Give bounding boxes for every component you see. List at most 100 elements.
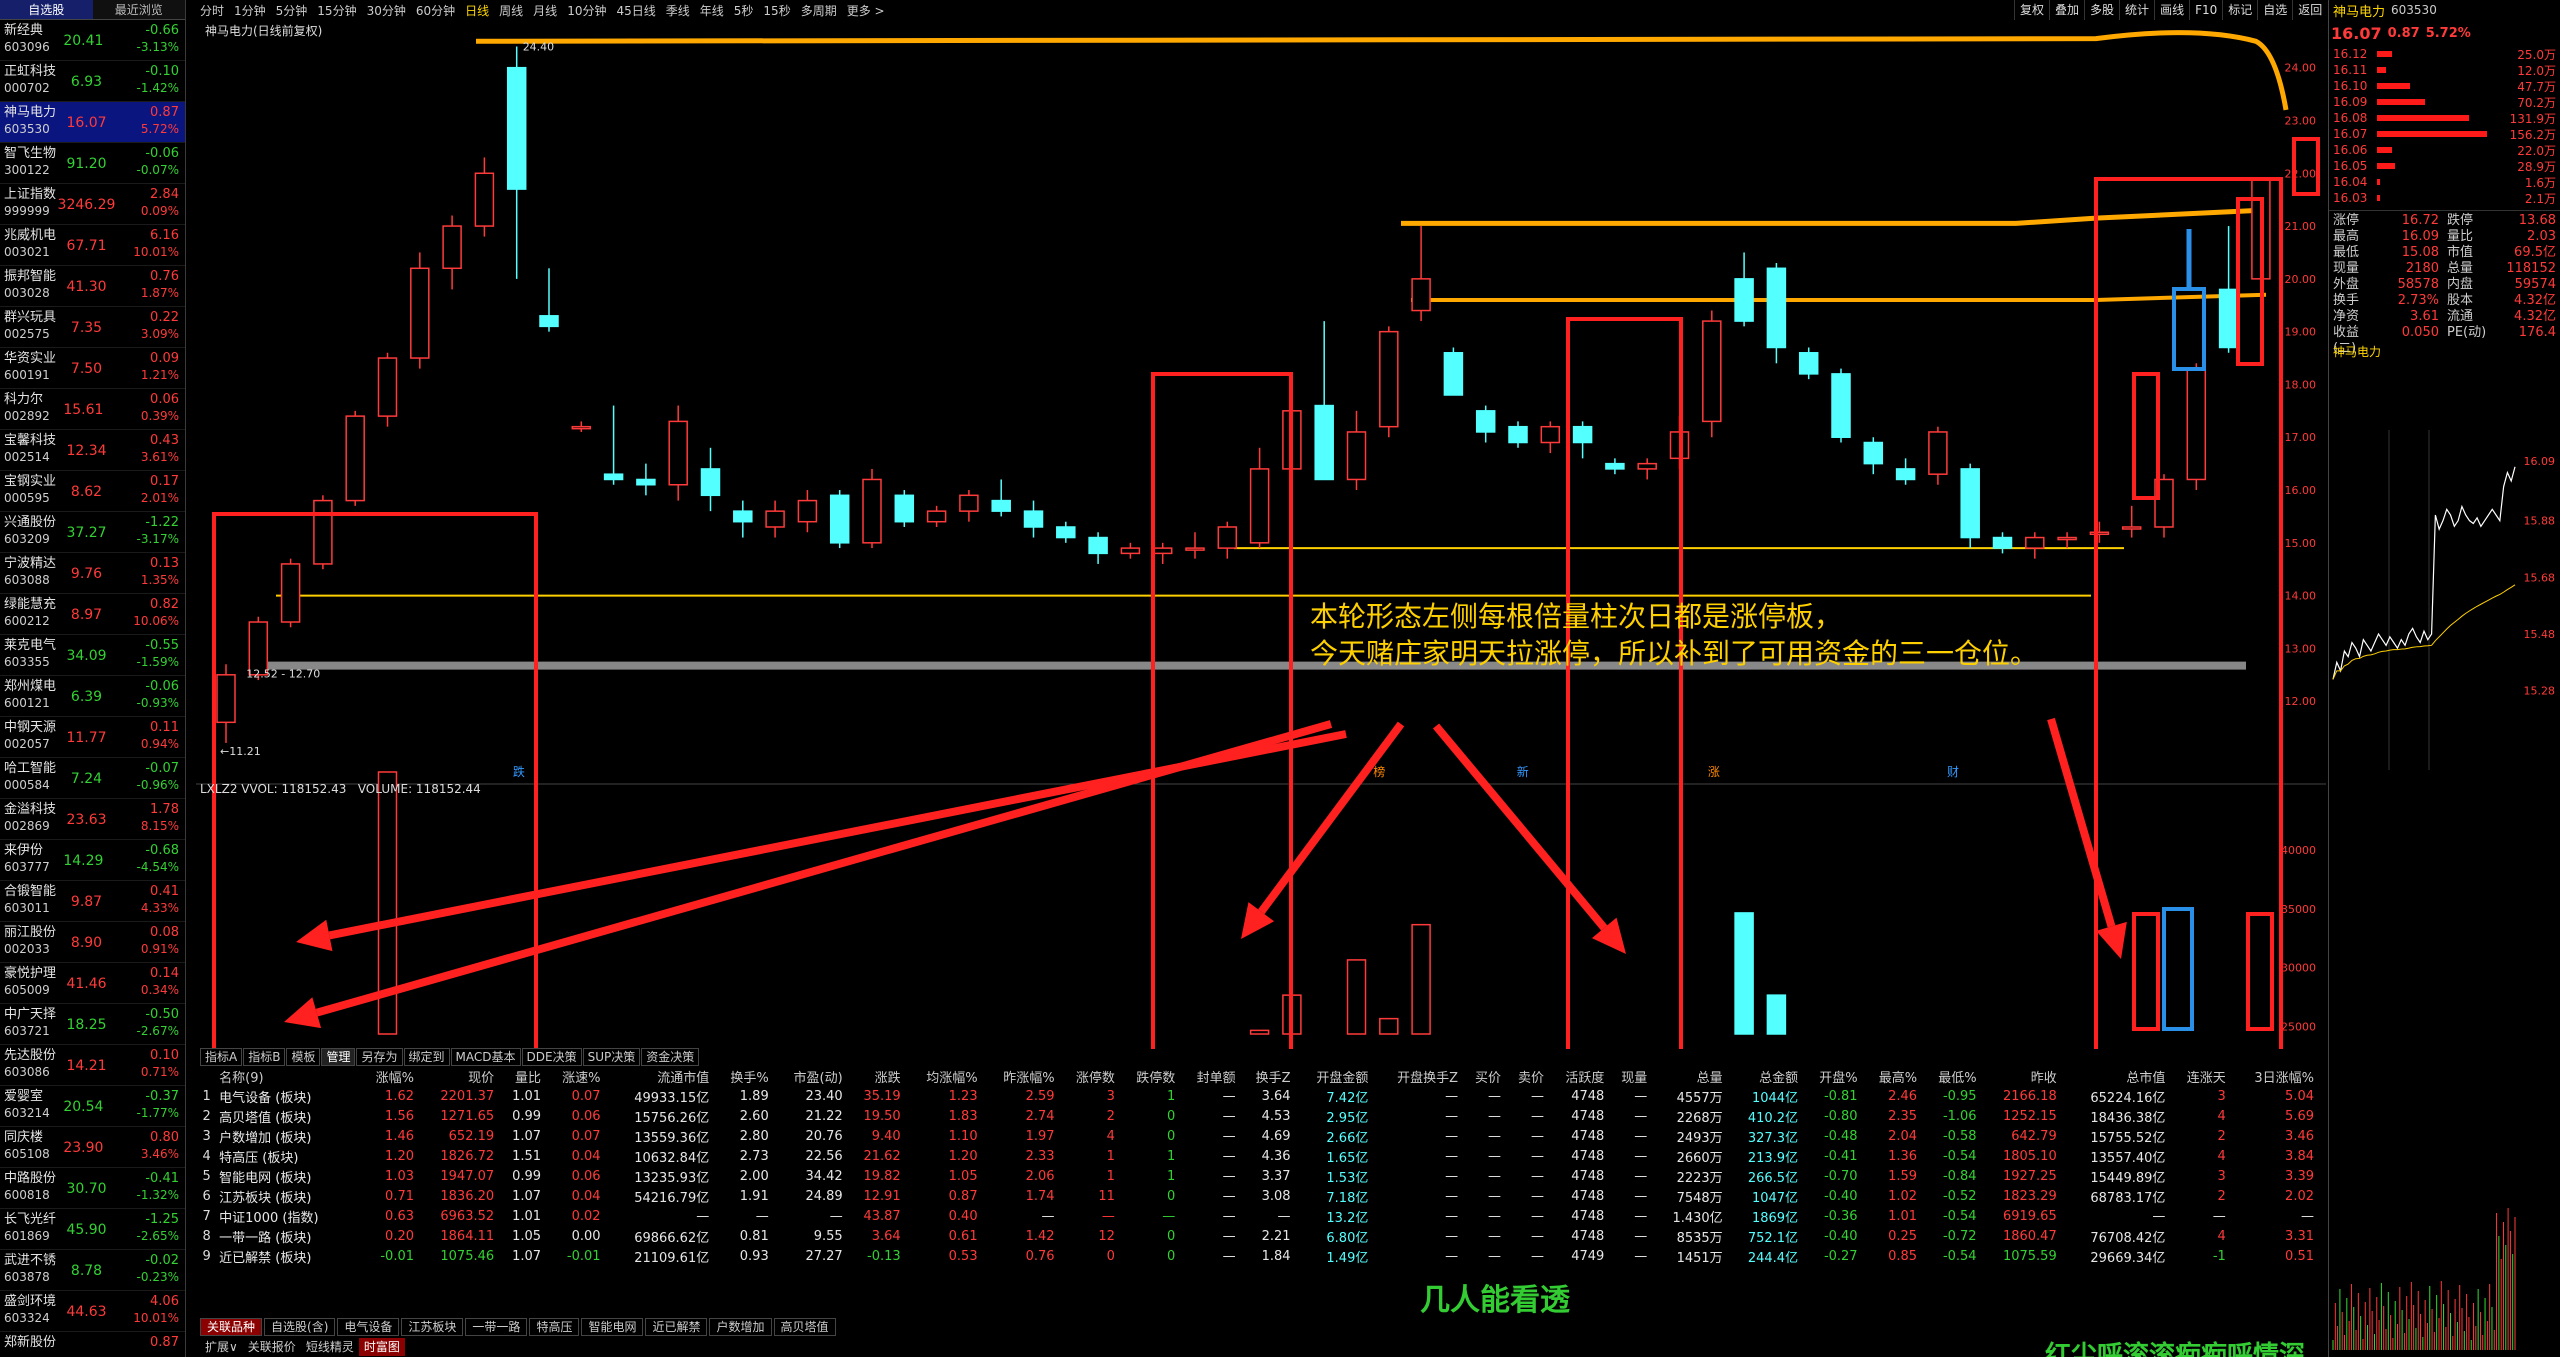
column-header[interactable]: 总量 xyxy=(1653,1067,1728,1086)
column-header[interactable]: 活跃度 xyxy=(1550,1067,1610,1086)
bottom-tab[interactable]: 关联品种 xyxy=(200,1318,263,1336)
column-header[interactable]: 换手% xyxy=(715,1067,775,1086)
bottom-tab-2[interactable]: 时富图 xyxy=(358,1338,405,1356)
stock-row[interactable]: 长飞光纤 601869 45.90 -1.25 -2.65% xyxy=(0,1209,185,1250)
column-header[interactable]: 最高% xyxy=(1864,1067,1924,1086)
column-header[interactable]: 连涨天 xyxy=(2171,1067,2231,1086)
stock-row[interactable]: 新经典 603096 20.41 -0.66 -3.13% xyxy=(0,20,185,61)
bottom-tab[interactable]: 智能电网 xyxy=(581,1318,644,1336)
stock-row[interactable]: 兆威机电 003021 67.71 6.16 10.01% xyxy=(0,225,185,266)
column-header[interactable]: 涨停数 xyxy=(1061,1067,1121,1086)
column-header[interactable]: 均涨幅% xyxy=(907,1067,984,1086)
stock-row[interactable]: 郑新股份 0.87 xyxy=(0,1332,185,1357)
indicator-tab[interactable]: 绑定到 xyxy=(403,1048,450,1066)
intraday-mini-chart[interactable]: 16.09 15.88 15.68 15.48 15.28 xyxy=(2329,420,2560,1355)
stock-row[interactable]: 武进不锈 603878 8.78 -0.02 -0.23% xyxy=(0,1250,185,1291)
column-header[interactable]: 卖价 xyxy=(1507,1067,1550,1086)
event-marker[interactable]: 榜 xyxy=(1373,764,1385,779)
stock-row[interactable]: 豪悦护理 605009 41.46 0.14 0.34% xyxy=(0,963,185,1004)
indicator-tab[interactable]: 指标B xyxy=(243,1048,286,1066)
stock-row[interactable]: 群兴玩具 002575 7.35 0.22 3.09% xyxy=(0,307,185,348)
column-header[interactable]: 涨速% xyxy=(547,1067,607,1086)
stock-row[interactable]: 郑州煤电 600121 6.39 -0.06 -0.93% xyxy=(0,676,185,717)
stock-row[interactable]: 先达股份 603086 14.21 0.10 0.71% xyxy=(0,1045,185,1086)
stock-row[interactable]: 宝馨科技 002514 12.34 0.43 3.61% xyxy=(0,430,185,471)
indicator-tab[interactable]: 资金决策 xyxy=(641,1048,700,1066)
column-header[interactable]: 昨涨幅% xyxy=(984,1067,1061,1086)
bottom-tab[interactable]: 高贝塔值 xyxy=(773,1318,836,1336)
column-header[interactable] xyxy=(200,1067,219,1086)
indicator-tab[interactable]: 另存为 xyxy=(356,1048,403,1066)
stock-row[interactable]: 丽江股份 002033 8.90 0.08 0.91% xyxy=(0,922,185,963)
column-header[interactable]: 现价 xyxy=(420,1067,500,1086)
stock-row[interactable]: 振邦智能 003028 41.30 0.76 1.87% xyxy=(0,266,185,307)
column-header[interactable]: 涨跌 xyxy=(849,1067,907,1086)
table-row[interactable]: 8 一带一路 (板块) 0.20 1864.11 1.05 0.00 69866.62亿 0.… xyxy=(200,1226,2320,1246)
column-header[interactable]: 3日涨幅% xyxy=(2232,1067,2320,1086)
table-row[interactable]: 9 近已解禁 (板块) -0.01 1075.46 1.07 -0.01 21109.61亿… xyxy=(200,1246,2320,1266)
column-header[interactable]: 现量 xyxy=(1610,1067,1653,1086)
column-header[interactable]: 总金额 xyxy=(1729,1067,1804,1086)
column-header[interactable]: 昨收 xyxy=(1983,1067,2063,1086)
stock-row[interactable]: 来伊份 603777 14.29 -0.68 -4.54% xyxy=(0,840,185,881)
column-header[interactable]: 买价 xyxy=(1464,1067,1507,1086)
stock-row[interactable]: 爱婴室 603214 20.54 -0.37 -1.77% xyxy=(0,1086,185,1127)
bottom-tab-2[interactable]: 短线精灵 xyxy=(301,1338,359,1356)
column-header[interactable]: 开盘% xyxy=(1804,1067,1864,1086)
column-header[interactable]: 最低% xyxy=(1923,1067,1983,1086)
indicator-tab[interactable]: MACD基本 xyxy=(450,1048,521,1066)
stock-row[interactable]: 莱克电气 603355 34.09 -0.55 -1.59% xyxy=(0,635,185,676)
event-marker[interactable]: 跌 xyxy=(513,764,525,779)
column-header[interactable]: 量比 xyxy=(500,1067,547,1086)
column-header[interactable]: 跌停数 xyxy=(1121,1067,1181,1086)
table-row[interactable]: 6 江苏板块 (板块) 0.71 1836.20 1.07 0.04 54216.79亿 1.… xyxy=(200,1186,2320,1206)
stock-row[interactable]: 智飞生物 300122 91.20 -0.06 -0.07% xyxy=(0,143,185,184)
event-marker[interactable]: 新 xyxy=(1517,764,1529,779)
stock-row[interactable]: 上证指数 999999 3246.29 2.84 0.09% xyxy=(0,184,185,225)
stock-row[interactable]: 合锻智能 603011 9.87 0.41 4.33% xyxy=(0,881,185,922)
table-row[interactable]: 1 电气设备 (板块) 1.62 2201.37 1.01 0.07 49933.15亿 1.… xyxy=(200,1086,2320,1106)
indicator-tab[interactable]: 模板 xyxy=(286,1048,321,1066)
table-row[interactable]: 5 智能电网 (板块) 1.03 1947.07 0.99 0.06 13235.93亿 2.… xyxy=(200,1166,2320,1186)
table-row[interactable]: 2 高贝塔值 (板块) 1.56 1271.65 0.99 0.06 15756.26亿 2.… xyxy=(200,1106,2320,1126)
stock-row[interactable]: 宁波精达 603088 9.76 0.13 1.35% xyxy=(0,553,185,594)
stock-row[interactable]: 中钢天源 002057 11.77 0.11 0.94% xyxy=(0,717,185,758)
tab-watchlist[interactable]: 自选股 xyxy=(0,0,93,19)
column-header[interactable]: 市盈(动) xyxy=(775,1067,849,1086)
column-header[interactable]: 开盘换手Z xyxy=(1374,1067,1464,1086)
table-row[interactable]: 4 特高压 (板块) 1.20 1826.72 1.51 0.04 10632.84亿 2.7… xyxy=(200,1146,2320,1166)
stock-row[interactable]: 盛剑环境 603324 44.63 4.06 10.01% xyxy=(0,1291,185,1332)
column-header[interactable]: 总市值 xyxy=(2063,1067,2172,1086)
stock-row[interactable]: 宝钢实业 000595 8.62 0.17 2.01% xyxy=(0,471,185,512)
bottom-tab-2[interactable]: 扩展∨ xyxy=(200,1338,243,1356)
stock-row[interactable]: 金溢科技 002869 23.63 1.78 8.15% xyxy=(0,799,185,840)
stock-row[interactable]: 哈工智能 000584 7.24 -0.07 -0.96% xyxy=(0,758,185,799)
column-header[interactable]: 涨幅% xyxy=(361,1067,421,1086)
column-header[interactable]: 名称(9) xyxy=(219,1067,360,1086)
bottom-tab[interactable]: 自选股(含) xyxy=(264,1318,336,1336)
stock-row[interactable]: 同庆楼 605108 23.90 0.80 3.46% xyxy=(0,1127,185,1168)
stock-row[interactable]: 兴通股份 603209 37.27 -1.22 -3.17% xyxy=(0,512,185,553)
indicator-tab[interactable]: DDE决策 xyxy=(521,1048,582,1066)
kline-chart[interactable]: 12.00 13.00 14.00 15.00 16.00 17.00 18.00 19.00… xyxy=(196,14,2326,1049)
bottom-tab-2[interactable]: 关联报价 xyxy=(243,1338,301,1356)
stock-row[interactable]: 中广天择 603721 18.25 -0.50 -2.67% xyxy=(0,1004,185,1045)
bottom-tab[interactable]: 近已解禁 xyxy=(645,1318,708,1336)
column-header[interactable]: 换手Z xyxy=(1242,1067,1297,1086)
indicator-tab[interactable]: SUP决策 xyxy=(582,1048,641,1066)
stock-row[interactable]: 中路股份 600818 30.70 -0.41 -1.32% xyxy=(0,1168,185,1209)
indicator-tab[interactable]: 管理 xyxy=(321,1048,356,1066)
bottom-tab[interactable]: 特高压 xyxy=(529,1318,580,1336)
bottom-tab[interactable]: 电气设备 xyxy=(337,1318,400,1336)
bottom-tab[interactable]: 一带一路 xyxy=(465,1318,528,1336)
tab-recent[interactable]: 最近浏览 xyxy=(93,0,186,19)
bottom-tab[interactable]: 江苏板块 xyxy=(401,1318,464,1336)
event-marker[interactable]: 涨 xyxy=(1708,764,1720,779)
column-header[interactable]: 封单额 xyxy=(1181,1067,1241,1086)
stock-row[interactable]: 神马电力 603530 16.07 0.87 5.72% xyxy=(0,102,185,143)
event-marker[interactable]: 财 xyxy=(1947,765,1959,779)
table-row[interactable]: 3 户数增加 (板块) 1.46 652.19 1.07 0.07 13559.36亿 2.8… xyxy=(200,1126,2320,1146)
stock-row[interactable]: 绿能慧充 600212 8.97 0.82 10.06% xyxy=(0,594,185,635)
stock-row[interactable]: 正虹科技 000702 6.93 -0.10 -1.42% xyxy=(0,61,185,102)
indicator-tab[interactable]: 指标A xyxy=(200,1048,243,1066)
